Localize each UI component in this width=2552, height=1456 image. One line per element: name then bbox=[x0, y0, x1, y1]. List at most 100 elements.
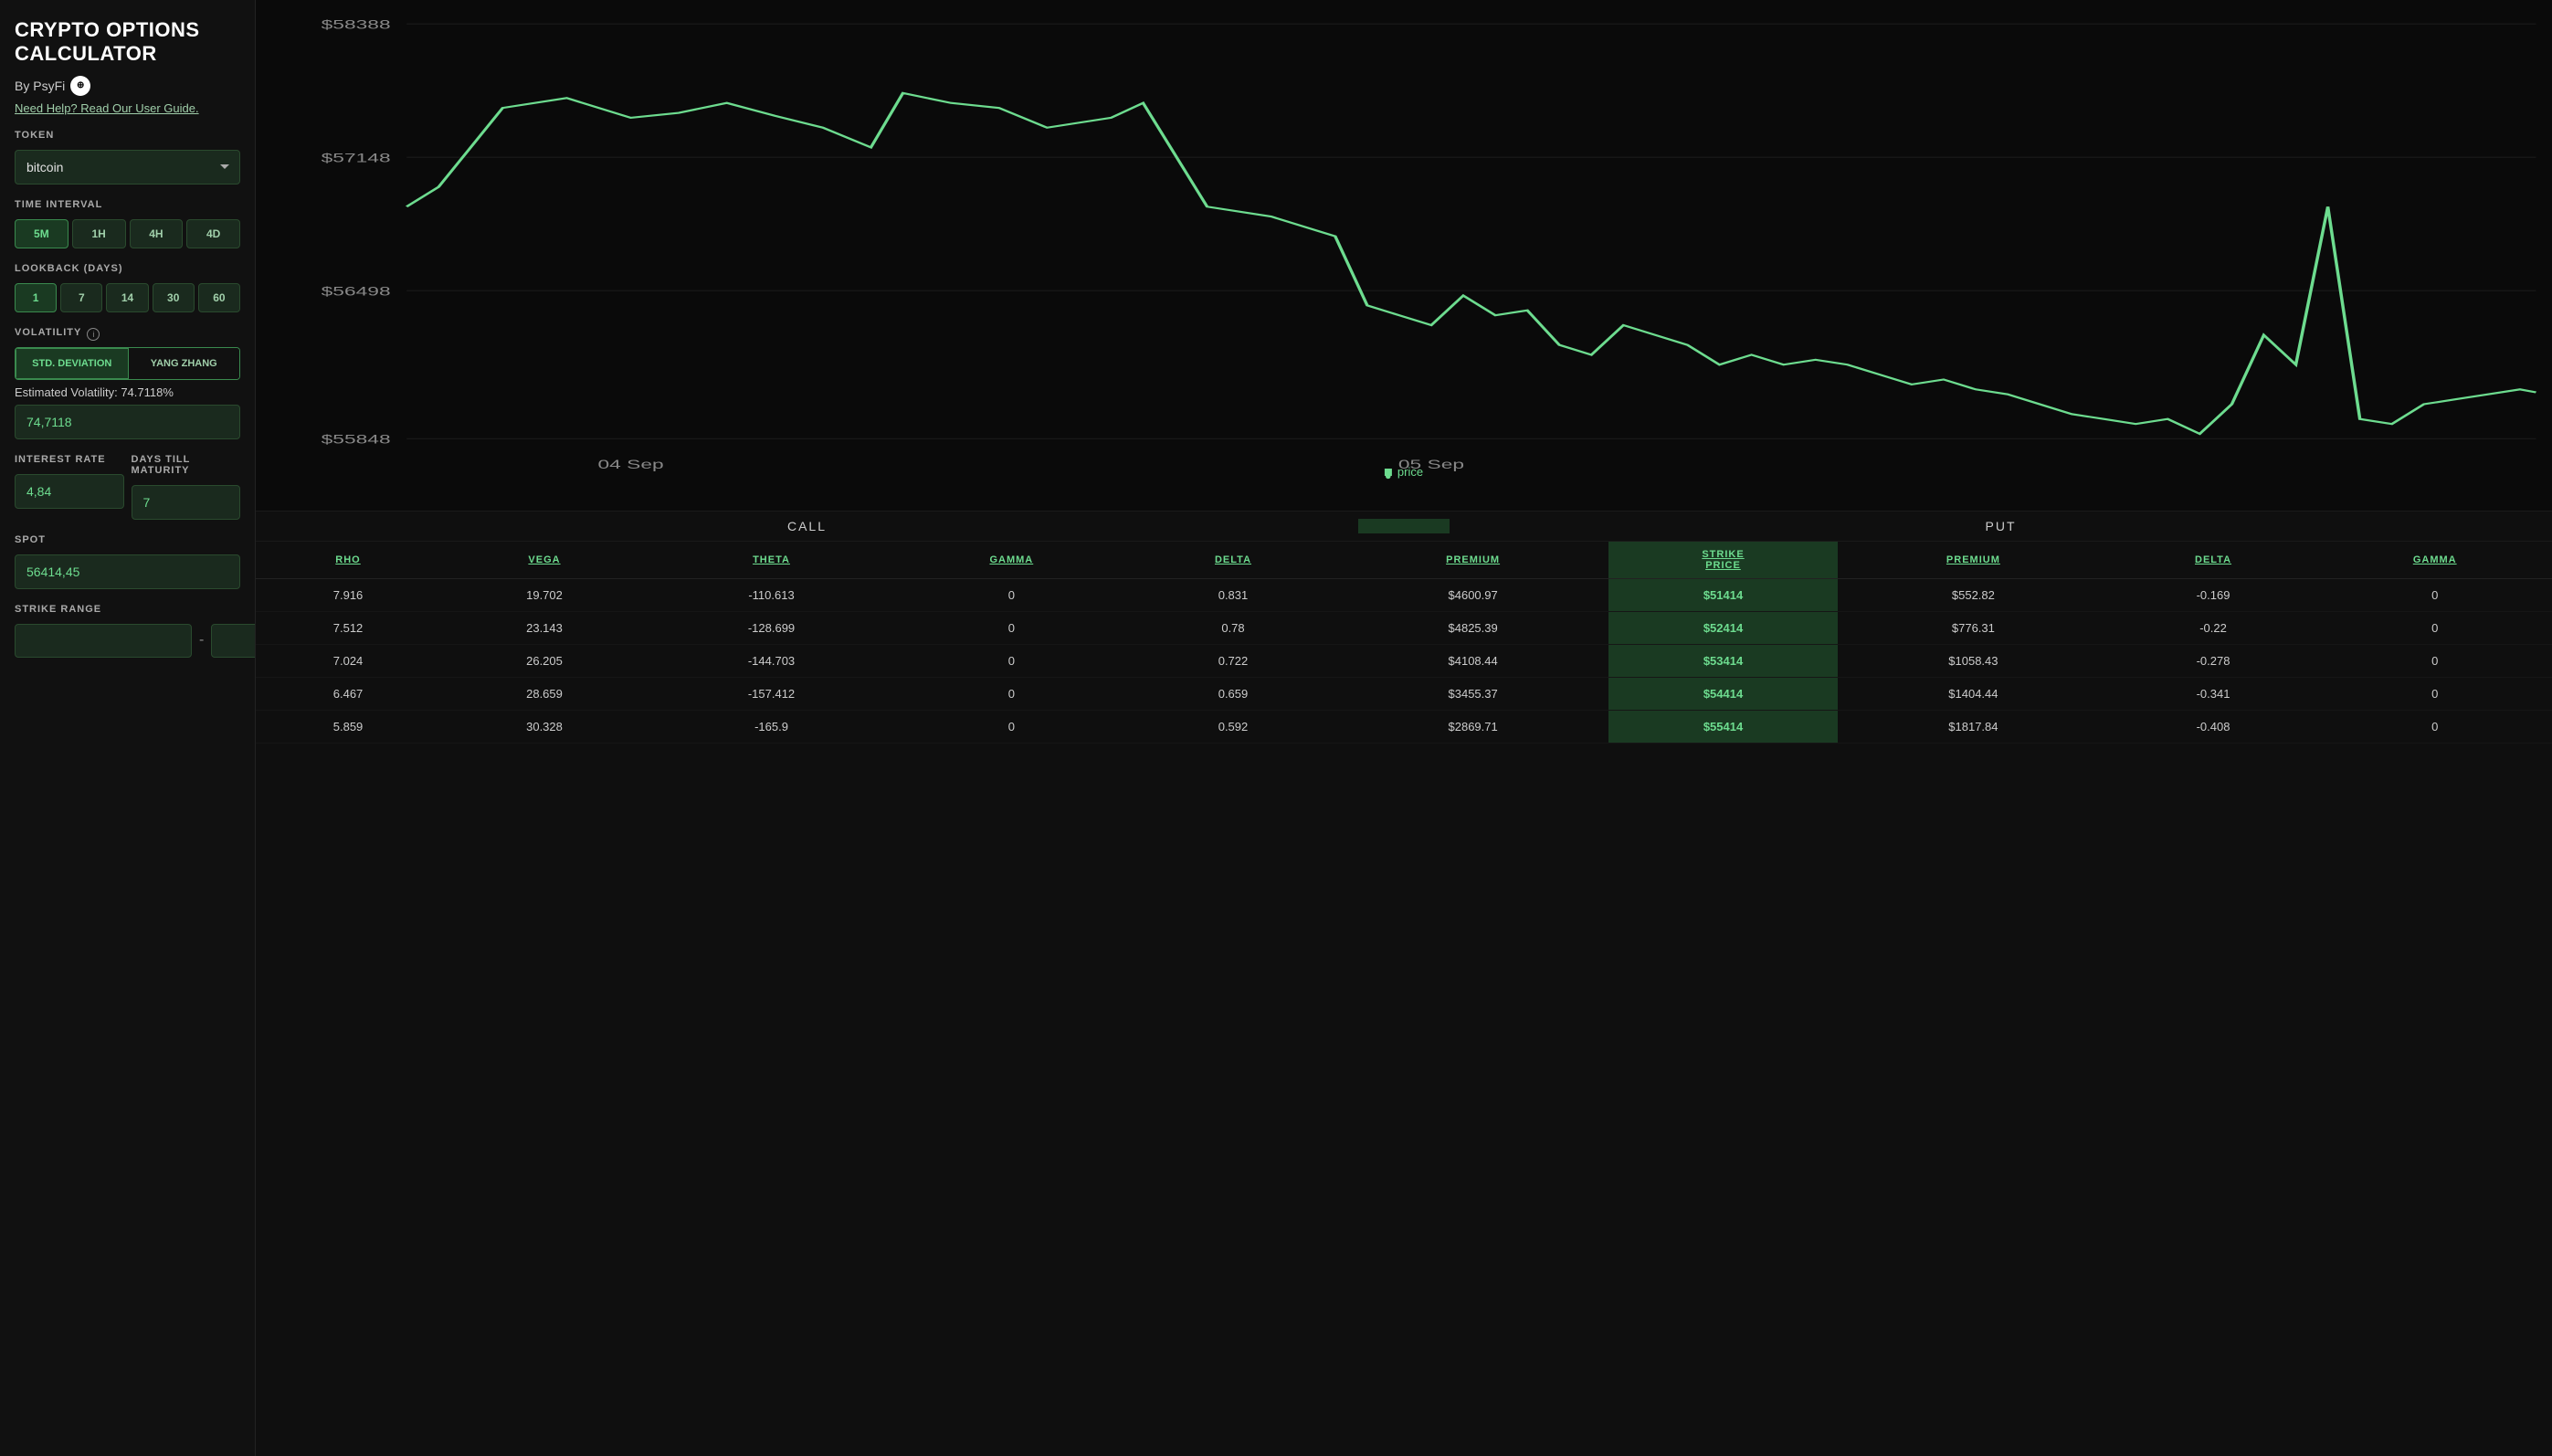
lookback-1-button[interactable]: 1 bbox=[15, 283, 57, 312]
table-cell: $2869.71 bbox=[1337, 711, 1608, 744]
table-cell: 28.659 bbox=[440, 678, 649, 711]
interval-4h-button[interactable]: 4H bbox=[130, 219, 184, 248]
interval-5m-button[interactable]: 5M bbox=[15, 219, 69, 248]
info-icon: i bbox=[87, 328, 100, 341]
table-cell: -0.278 bbox=[2109, 645, 2318, 678]
table-cell: 0.78 bbox=[1129, 612, 1338, 645]
app-subtitle: By PsyFi ⊕ bbox=[15, 76, 240, 96]
svg-text:04 Sep: 04 Sep bbox=[597, 458, 663, 472]
strike-price-cell: $53414 bbox=[1608, 645, 1838, 678]
col-put-delta[interactable]: DELTA bbox=[2109, 542, 2318, 579]
lookback-section: LOOKBACK (DAYS) 1 7 14 30 60 bbox=[15, 263, 240, 312]
table-cell: 0 bbox=[894, 711, 1129, 744]
strike-price-cell: $51414 bbox=[1608, 579, 1838, 612]
table-cell: $4825.39 bbox=[1337, 612, 1608, 645]
table-cell: 7.512 bbox=[256, 612, 440, 645]
main-content: $58388 $57148 $56498 $55848 04 Sep 05 Se… bbox=[256, 0, 2552, 1456]
table-cell: 7.916 bbox=[256, 579, 440, 612]
token-label: TOKEN bbox=[15, 130, 240, 141]
col-call-premium[interactable]: PREMIUM bbox=[1337, 542, 1608, 579]
col-strike-price[interactable]: STRIKEPRICE bbox=[1608, 542, 1838, 579]
table-cell: $3455.37 bbox=[1337, 678, 1608, 711]
table-cell: 6.467 bbox=[256, 678, 440, 711]
table-cell: $1817.84 bbox=[1838, 711, 2108, 744]
table-cell: -0.408 bbox=[2109, 711, 2318, 744]
table-cell: 0 bbox=[894, 678, 1129, 711]
strike-range-row: - bbox=[15, 624, 240, 658]
price-legend: ● price bbox=[1385, 465, 1423, 479]
strike-price-cell: $55414 bbox=[1608, 711, 1838, 744]
estimated-volatility: Estimated Volatility: 74.7118% bbox=[15, 385, 240, 399]
table-cell: -0.22 bbox=[2109, 612, 2318, 645]
table-cell: 5.859 bbox=[256, 711, 440, 744]
interval-4d-button[interactable]: 4D bbox=[186, 219, 240, 248]
table-row: 6.46728.659-157.41200.659$3455.37$54414$… bbox=[256, 678, 2552, 711]
table-cell: $552.82 bbox=[1838, 579, 2108, 612]
options-table-body: 7.91619.702-110.61300.831$4600.97$51414$… bbox=[256, 579, 2552, 744]
col-call-vega[interactable]: VEGA bbox=[440, 542, 649, 579]
time-interval-section: TIME INTERVAL 5M 1H 4H 4D bbox=[15, 199, 240, 248]
table-cell: 0.592 bbox=[1129, 711, 1338, 744]
strike-range-section: STRIKE RANGE - bbox=[15, 604, 240, 658]
price-chart: $58388 $57148 $56498 $55848 04 Sep 05 Se… bbox=[311, 9, 2552, 483]
col-call-rho[interactable]: RHO bbox=[256, 542, 440, 579]
svg-text:$58388: $58388 bbox=[322, 18, 391, 33]
table-cell: 0.722 bbox=[1129, 645, 1338, 678]
days-maturity-input[interactable] bbox=[132, 485, 241, 520]
lookback-label: LOOKBACK (DAYS) bbox=[15, 263, 240, 274]
call-header: CALL bbox=[256, 519, 1358, 533]
time-interval-label: TIME INTERVAL bbox=[15, 199, 240, 210]
interval-1h-button[interactable]: 1H bbox=[72, 219, 126, 248]
put-header: PUT bbox=[1450, 519, 2552, 533]
volatility-section: VOLATILITY i STD. DEVIATION YANG ZHANG E… bbox=[15, 327, 240, 439]
table-row: 7.02426.205-144.70300.722$4108.44$53414$… bbox=[256, 645, 2552, 678]
app-title: CRYPTO OPTIONS CALCULATOR bbox=[15, 18, 240, 67]
std-deviation-button[interactable]: STD. DEVIATION bbox=[16, 348, 129, 379]
col-put-gamma[interactable]: GAMMA bbox=[2317, 542, 2552, 579]
lookback-30-button[interactable]: 30 bbox=[153, 283, 195, 312]
options-table: RHO VEGA THETA GAMMA DELTA PREMIUM STRIK… bbox=[256, 542, 2552, 744]
table-cell: 0 bbox=[894, 612, 1129, 645]
help-link[interactable]: Need Help? Read Our User Guide. bbox=[15, 101, 240, 115]
interest-rate-input[interactable] bbox=[15, 474, 124, 509]
table-cell: -128.699 bbox=[649, 612, 894, 645]
strike-range-label: STRIKE RANGE bbox=[15, 604, 240, 615]
table-cell: $4108.44 bbox=[1337, 645, 1608, 678]
col-put-premium[interactable]: PREMIUM bbox=[1838, 542, 2108, 579]
table-cell: 7.024 bbox=[256, 645, 440, 678]
lookback-60-button[interactable]: 60 bbox=[198, 283, 240, 312]
strike-to-input[interactable] bbox=[211, 624, 256, 658]
volatility-group: STD. DEVIATION YANG ZHANG bbox=[15, 347, 240, 380]
table-cell: 0 bbox=[2317, 711, 2552, 744]
table-area: CALL PUT RHO VEGA THETA GAMMA DELTA PREM… bbox=[256, 512, 2552, 1456]
strike-price-cell: $54414 bbox=[1608, 678, 1838, 711]
col-call-gamma[interactable]: GAMMA bbox=[894, 542, 1129, 579]
lookback-7-button[interactable]: 7 bbox=[60, 283, 102, 312]
interest-rate-label: INTEREST RATE bbox=[15, 454, 124, 465]
col-call-delta[interactable]: DELTA bbox=[1129, 542, 1338, 579]
col-call-theta[interactable]: THETA bbox=[649, 542, 894, 579]
table-cell: 0.831 bbox=[1129, 579, 1338, 612]
table-row: 7.51223.143-128.69900.78$4825.39$52414$7… bbox=[256, 612, 2552, 645]
legend-dot: ● bbox=[1385, 469, 1392, 476]
table-cell: 0 bbox=[894, 579, 1129, 612]
table-cell: 0 bbox=[894, 645, 1129, 678]
legend-label: price bbox=[1397, 465, 1423, 479]
yang-zhang-button[interactable]: YANG ZHANG bbox=[129, 348, 240, 379]
token-section: TOKEN bitcoin ethereum solana bbox=[15, 130, 240, 185]
table-cell: 26.205 bbox=[440, 645, 649, 678]
lookback-14-button[interactable]: 14 bbox=[106, 283, 148, 312]
spot-label: SPOT bbox=[15, 534, 240, 545]
volatility-input[interactable] bbox=[15, 405, 240, 439]
table-cell: -0.341 bbox=[2109, 678, 2318, 711]
sidebar: CRYPTO OPTIONS CALCULATOR By PsyFi ⊕ Nee… bbox=[0, 0, 256, 1456]
volatility-label: VOLATILITY bbox=[15, 327, 81, 338]
strike-from-input[interactable] bbox=[15, 624, 192, 658]
table-cell: -110.613 bbox=[649, 579, 894, 612]
psyfi-logo: ⊕ bbox=[70, 76, 90, 96]
days-maturity-label: DAYS TILL MATURITY bbox=[132, 454, 241, 476]
lookback-group: 1 7 14 30 60 bbox=[15, 283, 240, 312]
spot-input[interactable] bbox=[15, 554, 240, 589]
token-select[interactable]: bitcoin ethereum solana bbox=[15, 150, 240, 185]
table-cell: 0 bbox=[2317, 579, 2552, 612]
